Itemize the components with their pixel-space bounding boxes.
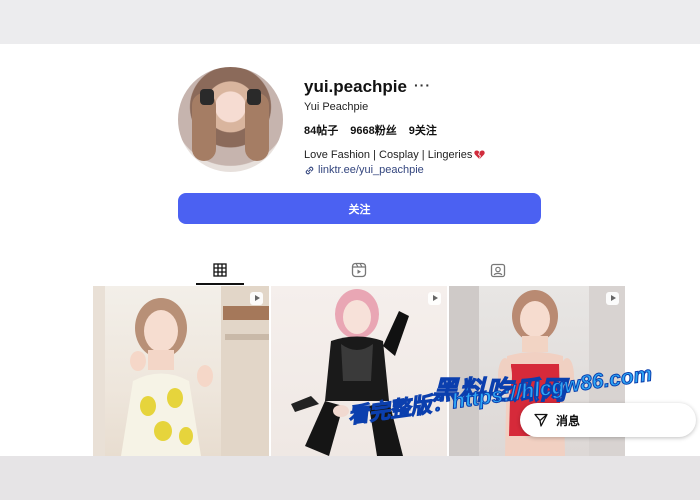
tab-tagged[interactable]	[476, 255, 520, 285]
tagged-icon	[490, 263, 506, 278]
top-background	[0, 0, 700, 44]
posts-count[interactable]: 84帖子	[304, 122, 338, 138]
followers-count[interactable]: 9668粉丝	[350, 122, 396, 138]
tab-posts[interactable]	[196, 255, 244, 285]
reels-icon	[351, 262, 367, 278]
follow-button[interactable]: 关注	[178, 193, 541, 224]
broken-heart-icon	[474, 150, 486, 160]
bio: Love Fashion | Cosplay | Lingeries	[304, 149, 486, 161]
message-label: 消息	[556, 413, 581, 428]
post-image-1	[93, 286, 269, 456]
avatar-bow-right	[247, 89, 261, 105]
grid-icon	[213, 263, 227, 277]
send-icon	[534, 413, 548, 427]
avatar-bow-left	[200, 89, 214, 105]
post-thumbnail[interactable]	[271, 286, 447, 456]
profile-link[interactable]: linktr.ee/yui_peachpie	[304, 164, 424, 176]
message-button[interactable]: 消息	[520, 403, 696, 437]
video-badge-icon	[250, 292, 263, 305]
username: yui.peachpie	[304, 77, 407, 96]
video-badge-icon	[428, 292, 441, 305]
bottom-background	[0, 456, 700, 500]
link-icon	[305, 166, 314, 174]
link-text[interactable]: linktr.ee/yui_peachpie	[318, 164, 424, 176]
post-thumbnail[interactable]	[93, 286, 269, 456]
video-badge-icon	[606, 292, 619, 305]
bio-text: Love Fashion | Cosplay | Lingeries	[304, 149, 473, 161]
more-options-icon[interactable]: ···	[414, 77, 431, 93]
full-name: Yui Peachpie	[304, 101, 369, 113]
tab-reels[interactable]	[337, 255, 381, 285]
post-image-2	[291, 289, 409, 456]
profile-tabs	[93, 255, 625, 285]
avatar[interactable]	[178, 67, 283, 172]
profile-stats: 84帖子 9668粉丝 9关注	[304, 122, 437, 138]
following-count[interactable]: 9关注	[409, 122, 437, 138]
